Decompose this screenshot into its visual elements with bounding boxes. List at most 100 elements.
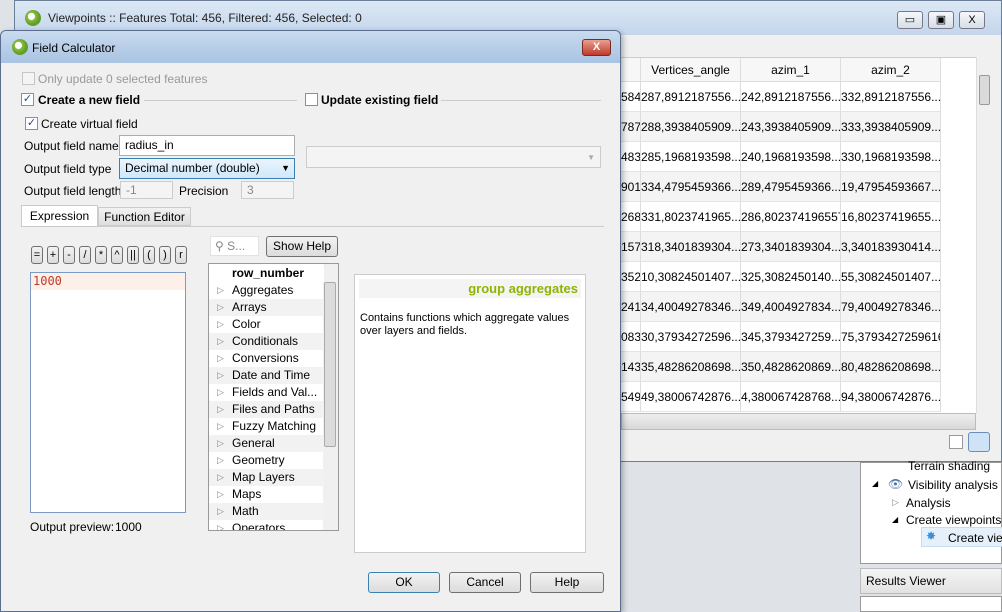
expand-arrow-icon[interactable]: ▷ [217,486,224,503]
table-cell[interactable]: 80,48286208698... [841,352,941,382]
column-header[interactable] [621,58,641,82]
close-button[interactable]: X [959,11,985,29]
close-button[interactable]: X [582,39,611,56]
table-row[interactable]: 241 34,40049278346... 349,4004927834... 79,… [621,292,941,322]
expand-arrow-icon[interactable]: ▷ [217,469,224,486]
scrollbar-thumb[interactable] [979,75,990,105]
table-cell[interactable]: 288,3938405909... [641,112,741,142]
function-group[interactable]: ▷ Files and Paths [209,401,324,418]
function-group[interactable]: ▷ Geometry [209,452,324,469]
table-row[interactable]: 352 10,30824501407... 325,3082450140... 55,… [621,262,941,292]
table-row[interactable]: 157 318,3401839304... 273,3401839304... 3,3… [621,232,941,262]
operator-button[interactable]: - [63,246,75,264]
function-list-scrollbar[interactable] [323,264,338,530]
tab-expression[interactable]: Expression [21,205,98,226]
table-cell[interactable]: 330,1968193598... [841,142,941,172]
operator-button[interactable]: * [95,246,107,264]
table-cell[interactable]: 243,3938405909... [741,112,841,142]
collapsed-arrow-icon[interactable]: ▷ [892,497,899,508]
table-cell[interactable]: 787 [621,112,641,142]
table-cell[interactable]: 273,3401839304... [741,232,841,262]
operator-button[interactable]: r [175,246,187,264]
output-field-name-input[interactable]: radius_in [119,135,295,156]
function-group[interactable]: ▷ Conditionals [209,333,324,350]
ok-button[interactable]: OK [368,572,440,593]
expand-arrow-icon[interactable]: ▷ [217,282,224,299]
tree-item[interactable]: Analysis [906,496,951,510]
table-cell[interactable]: 30,37934272596... [641,322,741,352]
table-cell[interactable]: 49,38006742876... [641,382,741,412]
table-cell[interactable]: 75,3793427259616 [841,322,941,352]
table-cell[interactable]: 4,380067428768... [741,382,841,412]
search-input[interactable]: ⚲ S... [210,236,259,256]
operator-button[interactable]: ( [143,246,155,264]
table-cell[interactable]: 240,1968193598... [741,142,841,172]
expand-arrow-icon[interactable]: ▷ [217,418,224,435]
cancel-button[interactable]: Cancel [449,572,521,593]
table-cell[interactable]: 483 [621,142,641,172]
operator-button[interactable]: / [79,246,91,264]
function-group[interactable]: ▷ Map Layers [209,469,324,486]
help-button[interactable]: Help [530,572,604,593]
table-cell[interactable]: 35,48286208698... [641,352,741,382]
existing-field-select[interactable]: ▼ [306,146,601,168]
table-cell[interactable]: 333,3938405909... [841,112,941,142]
table-cell[interactable]: 268 [621,202,641,232]
expression-editor[interactable]: 1000 [30,272,186,513]
attribute-table[interactable]: Vertices_angle azim_1 azim_2 584 287,8912187… [621,57,976,413]
expanded-arrow-icon[interactable]: ◢ [872,479,878,488]
minimize-button[interactable]: ▭ [897,11,923,29]
table-view-icon[interactable] [968,432,990,452]
expand-arrow-icon[interactable]: ▷ [217,367,224,384]
function-group[interactable]: ▷ Maps [209,486,324,503]
table-cell[interactable]: 285,1968193598... [641,142,741,172]
expand-arrow-icon[interactable]: ▷ [217,452,224,469]
output-field-length-spinbox[interactable]: -1 [120,181,173,199]
operator-button[interactable]: ) [159,246,171,264]
table-cell[interactable]: 157 [621,232,641,262]
expanded-arrow-icon[interactable]: ◢ [892,515,898,524]
function-group[interactable]: ▷ Fuzzy Matching [209,418,324,435]
output-field-type-select[interactable]: Decimal number (double) ▼ [119,158,295,179]
table-cell[interactable]: 325,3082450140... [741,262,841,292]
function-group[interactable]: ▷ Arrays [209,299,324,316]
table-cell[interactable]: 318,3401839304... [641,232,741,262]
table-cell[interactable]: 349,4004927834... [741,292,841,322]
function-list[interactable]: row_number ▷ Aggregates ▷ Arrays ▷ Color ▷ Condi… [208,263,339,531]
precision-spinbox[interactable]: 3 [241,181,294,199]
column-header[interactable]: Vertices_angle [641,58,741,82]
table-row[interactable]: 483 285,1968193598... 240,1968193598... 330… [621,142,941,172]
tree-item-selected[interactable]: ✸ Create viewpoints [921,527,1002,547]
expand-arrow-icon[interactable]: ▷ [217,333,224,350]
form-view-icon[interactable] [949,435,963,449]
table-row[interactable]: 787 288,3938405909... 243,3938405909... 333… [621,112,941,142]
table-cell[interactable]: 286,802374196557 [741,202,841,232]
table-cell[interactable]: 10,30824501407... [641,262,741,292]
column-header[interactable]: azim_1 [741,58,841,82]
maximize-button[interactable]: ▣ [928,11,954,29]
function-group[interactable]: ▷ Fields and Val... [209,384,324,401]
expand-arrow-icon[interactable]: ▷ [217,384,224,401]
table-cell[interactable]: 241 [621,292,641,322]
function-group[interactable]: row_number [209,265,324,282]
table-cell[interactable]: 332,8912187556... [841,82,941,112]
table-row[interactable]: 268 331,8023741965... 286,802374196557 16,8… [621,202,941,232]
table-cell[interactable]: 79,40049278346... [841,292,941,322]
function-group[interactable]: ▷ Math [209,503,324,520]
only-update-checkbox[interactable] [22,72,35,85]
table-cell[interactable]: 083 [621,322,641,352]
table-cell[interactable]: 350,4828620869... [741,352,841,382]
show-help-button[interactable]: Show Help [266,236,338,257]
function-group[interactable]: ▷ Date and Time [209,367,324,384]
table-cell[interactable]: 94,38006742876... [841,382,941,412]
table-cell[interactable]: 901 [621,172,641,202]
function-group[interactable]: ▷ Aggregates [209,282,324,299]
expand-arrow-icon[interactable]: ▷ [217,299,224,316]
table-cell[interactable]: 287,8912187556... [641,82,741,112]
operator-button[interactable]: ^ [111,246,123,264]
table-row[interactable]: 549 49,38006742876... 4,380067428768... 94,… [621,382,941,412]
table-cell[interactable]: 331,8023741965... [641,202,741,232]
table-cell[interactable]: 289,4795459366... [741,172,841,202]
table-cell[interactable]: 16,80237419655... [841,202,941,232]
function-group[interactable]: ▷ Operators [209,520,324,530]
